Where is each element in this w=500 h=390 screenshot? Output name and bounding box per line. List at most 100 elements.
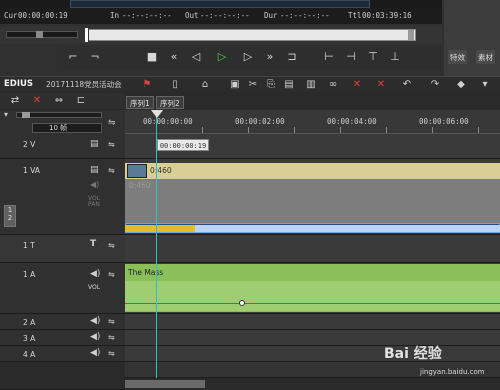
track-sync-icon[interactable]: ⇋ — [108, 317, 115, 326]
zoom-knob[interactable] — [22, 112, 30, 118]
track-sync-icon[interactable]: ⇋ — [108, 333, 115, 342]
track-sync-icon[interactable]: ⇋ — [108, 270, 115, 279]
settings-icon[interactable]: ▾ — [478, 78, 492, 91]
track-sync-icon[interactable]: ⇋ — [108, 166, 115, 175]
position-end-marker — [408, 30, 414, 40]
track-header-3a[interactable]: 3 A ◀) ⇋ — [0, 330, 125, 346]
track-name: 1 A — [23, 270, 36, 279]
video-clip-label: 0:460 — [150, 166, 172, 175]
audio-waveform — [125, 281, 500, 311]
right-panel — [444, 0, 500, 76]
save-icon[interactable]: ▣ — [228, 78, 242, 91]
ruler-label-1: 00:00:02:00 — [235, 117, 285, 126]
track-video-icon[interactable]: ▤ — [90, 139, 99, 149]
track-header-1va[interactable]: 1 VA ▤ ⇋ ◀) VOL PAN — [0, 159, 125, 235]
paste-icon[interactable]: ▤ — [282, 78, 296, 91]
open-icon[interactable]: ⌂ — [198, 78, 212, 91]
video-clip-body[interactable] — [125, 179, 500, 223]
ruler-tick — [340, 127, 341, 133]
track-sync-icon[interactable]: ⇋ — [108, 241, 115, 250]
tab-sequence-1[interactable]: 序列1 — [126, 96, 154, 109]
track-sync-icon[interactable]: ⇋ — [108, 349, 115, 358]
cur-label: Cur — [4, 11, 18, 20]
timeline-options-icon[interactable]: ⇋ — [108, 118, 116, 128]
overwrite-icon[interactable]: ⊣ — [342, 49, 360, 65]
track-header-2a[interactable]: 2 A ◀) ⇋ — [0, 314, 125, 330]
marker-icon[interactable]: ◆ — [454, 78, 468, 91]
track-name: 3 A — [23, 334, 36, 343]
position-bar[interactable] — [84, 29, 416, 41]
tab-assets[interactable]: 素材 — [476, 50, 495, 64]
loop-icon[interactable]: ⊐ — [283, 49, 301, 65]
track-audio-icon[interactable]: ◀) — [90, 180, 99, 189]
copy-icon[interactable]: ⎘ — [264, 78, 278, 91]
fast-forward-icon[interactable]: » — [261, 49, 279, 65]
track-header-1a[interactable]: 1 A ◀) ⇋ VOL — [0, 263, 125, 314]
dur-label: Dur — [264, 11, 278, 20]
title-track-icon[interactable]: T — [90, 239, 96, 249]
tab-sequence-2[interactable]: 序列2 — [156, 96, 184, 109]
delete-gap-icon[interactable]: ✕ — [350, 78, 364, 91]
zoom-out-icon[interactable]: ▾ — [4, 110, 8, 119]
vol-label: VOL — [88, 284, 101, 291]
set-in-icon[interactable]: ⌐ — [64, 49, 82, 65]
undo-icon[interactable]: ↶ — [400, 78, 414, 91]
track-header-4a[interactable]: 4 A ◀) ⇋ — [0, 346, 125, 362]
tab-effects[interactable]: 特效 — [448, 50, 467, 64]
new-icon[interactable]: ▯ — [168, 78, 182, 91]
ruler-tick — [478, 127, 479, 133]
replace-icon[interactable]: ▥ — [304, 78, 318, 91]
mode-icon[interactable]: ⇄ — [8, 94, 22, 108]
app-logo: EDIUS — [4, 79, 34, 89]
track-name: 2 A — [23, 318, 36, 327]
stop-icon[interactable]: ■ — [143, 49, 161, 65]
flag-icon[interactable]: ⚑ — [140, 78, 154, 91]
mark-icon[interactable]: ⊥ — [386, 49, 404, 65]
track-name: 1 T — [23, 241, 35, 250]
track-name: 1 VA — [23, 166, 40, 175]
volume-keyframe[interactable] — [239, 300, 245, 306]
ruler-tick — [202, 127, 203, 133]
ttl-label: Ttl — [348, 11, 362, 20]
speaker-icon[interactable]: ◀) — [90, 348, 100, 358]
ruler-label-2: 00:00:04:00 — [327, 117, 377, 126]
speaker-icon[interactable]: ◀) — [90, 316, 100, 326]
redo-icon[interactable]: ↷ — [428, 78, 442, 91]
insert-icon[interactable]: ⊢ — [320, 49, 338, 65]
track-lane-1t[interactable] — [125, 235, 500, 263]
ruler-label-0: 00:00:00:00 — [143, 117, 193, 126]
volume-rubberband[interactable] — [125, 303, 500, 304]
link-icon[interactable]: ∞ — [326, 78, 340, 91]
play-icon[interactable]: ▷ — [213, 49, 231, 65]
delete-icon[interactable]: ⊤ — [364, 49, 382, 65]
ripple-delete-icon[interactable]: ✕ — [374, 78, 388, 91]
playhead-handle[interactable] — [151, 110, 163, 118]
watermark-url: jingyan.baidu.com — [420, 368, 485, 376]
step-forward-icon[interactable]: ▷ — [239, 49, 257, 65]
track-lane-2a[interactable] — [125, 314, 500, 330]
transition-fade[interactable] — [125, 225, 195, 232]
ripple-mode-icon[interactable]: ✕ — [30, 94, 44, 108]
set-out-icon[interactable]: ¬ — [86, 49, 104, 65]
scrollbar-thumb[interactable] — [125, 380, 205, 388]
track-video-icon[interactable]: ▤ — [90, 165, 99, 175]
track-select-tab[interactable]: 12 — [4, 205, 16, 227]
zoom-select[interactable]: 10 帧 — [32, 123, 102, 133]
track-sync-icon[interactable]: ⇋ — [108, 140, 115, 149]
timecode-tooltip: 00:00:00:19 — [157, 139, 209, 151]
shuttle-knob[interactable] — [36, 31, 43, 38]
timeline-cursor[interactable] — [156, 110, 157, 390]
step-back-icon[interactable]: ◁ — [187, 49, 205, 65]
speaker-icon[interactable]: ◀) — [90, 269, 100, 279]
sync-lock-icon[interactable]: ⇔ — [52, 94, 66, 108]
position-handle[interactable] — [84, 27, 89, 43]
video-clip-header[interactable] — [125, 163, 500, 179]
track-header-empty — [0, 362, 125, 390]
group-icon[interactable]: ⊏ — [74, 94, 88, 108]
track-header-2v[interactable]: 2 V ▤ ⇋ — [0, 134, 125, 159]
preview-image — [70, 0, 370, 8]
track-header-1t[interactable]: 1 T T ⇋ — [0, 235, 125, 263]
rewind-icon[interactable]: « — [165, 49, 183, 65]
speaker-icon[interactable]: ◀) — [90, 332, 100, 342]
cut-icon[interactable]: ✂ — [246, 78, 260, 91]
